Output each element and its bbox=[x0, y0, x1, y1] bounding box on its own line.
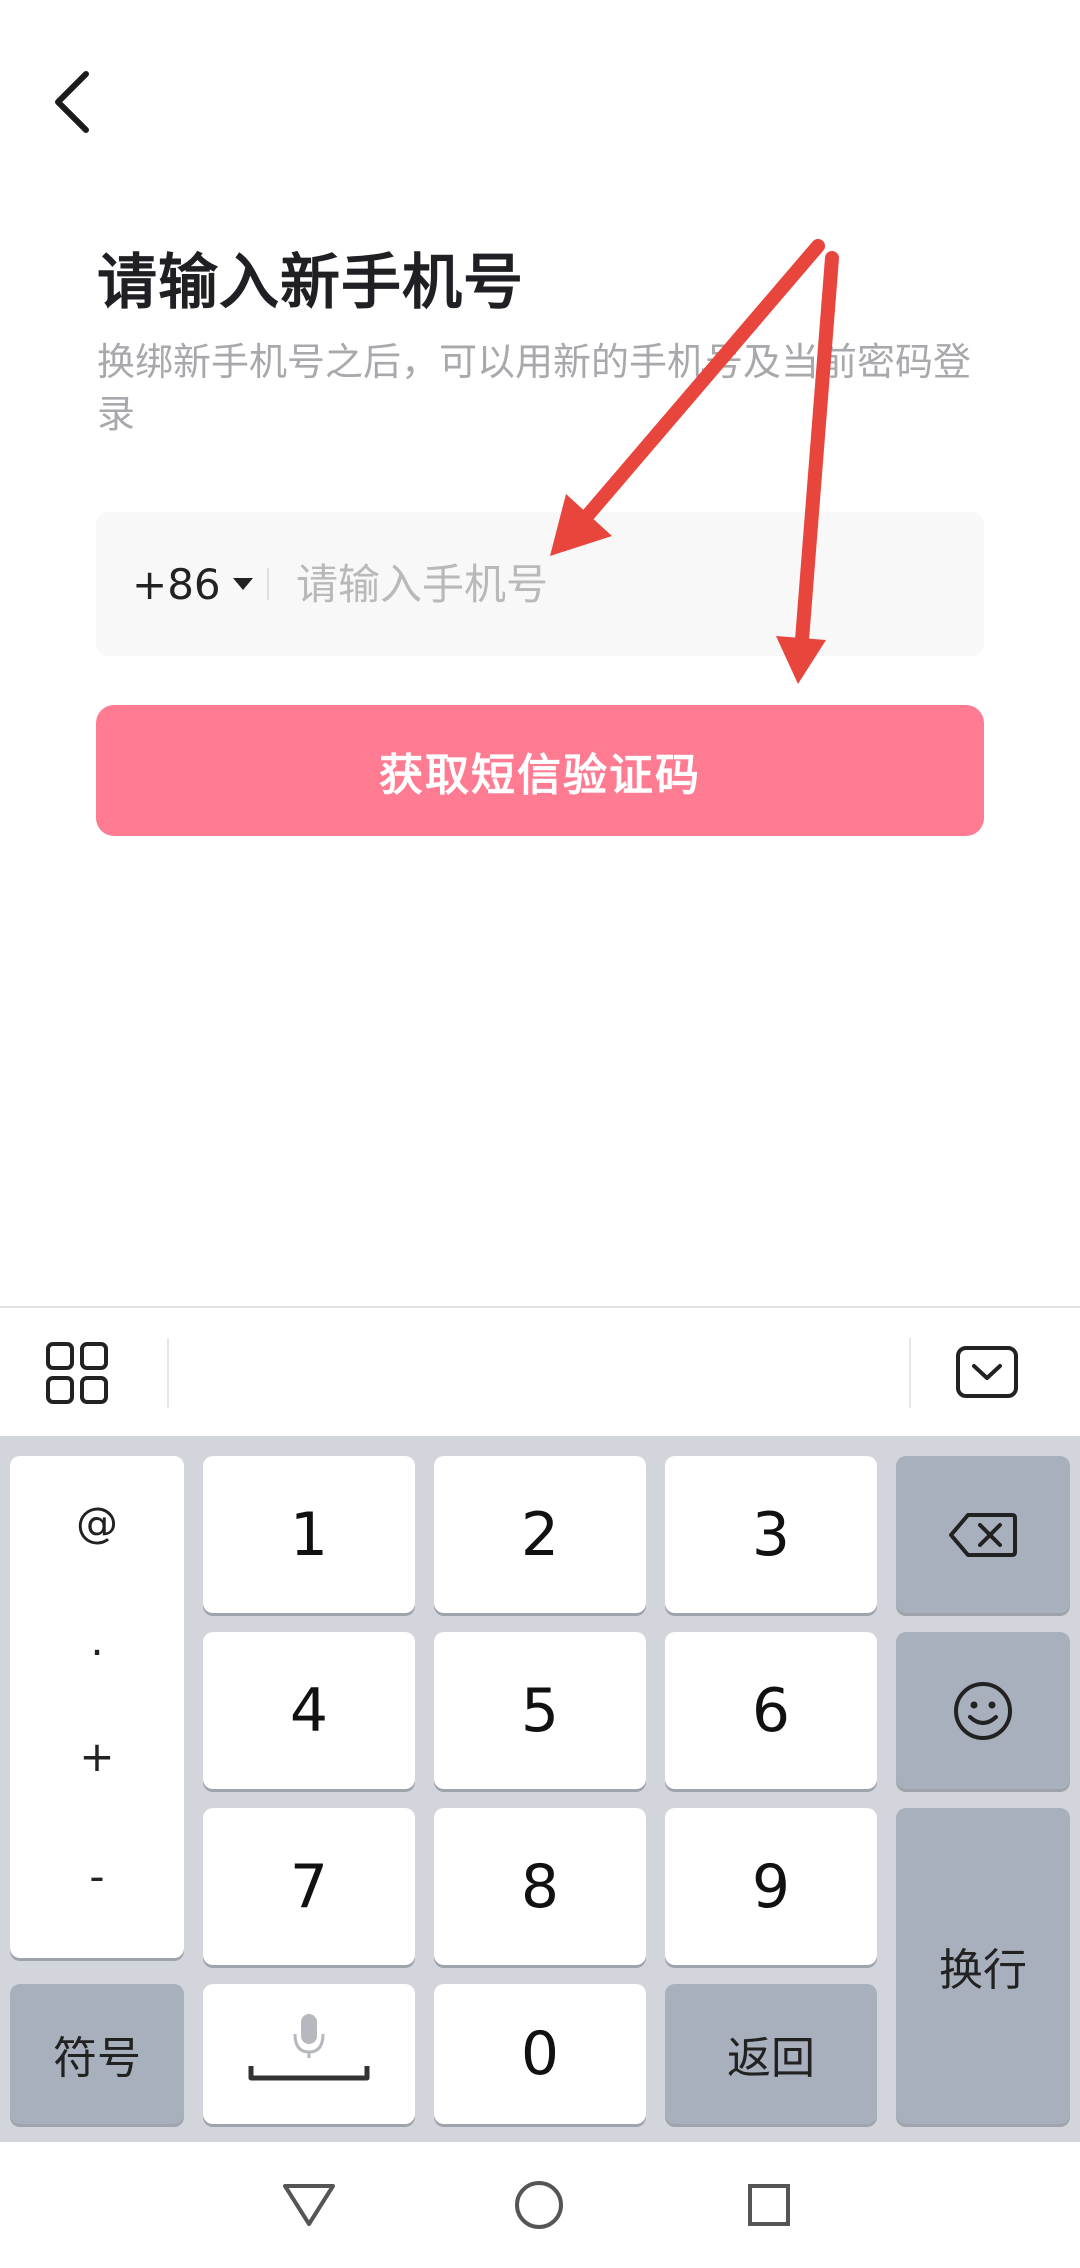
key-5[interactable]: 5 bbox=[434, 1632, 646, 1789]
symbol-key-at[interactable]: @ bbox=[10, 1498, 184, 1547]
country-code-label: +86 bbox=[132, 559, 221, 609]
key-4[interactable]: 4 bbox=[203, 1632, 415, 1789]
voice-space-key[interactable] bbox=[203, 1984, 415, 2124]
key-0[interactable]: 0 bbox=[434, 1984, 646, 2124]
key-1[interactable]: 1 bbox=[203, 1456, 415, 1613]
emoji-key[interactable] bbox=[896, 1632, 1070, 1789]
back-triangle-icon[interactable] bbox=[274, 2170, 344, 2240]
symbol-key-minus[interactable]: - bbox=[10, 1852, 184, 1901]
key-3[interactable]: 3 bbox=[665, 1456, 877, 1613]
page-subtitle: 换绑新手机号之后，可以用新的手机号及当前密码登录 bbox=[97, 340, 972, 436]
symbol-column[interactable]: @ . + - bbox=[10, 1456, 184, 1958]
symbols-key-label: 符号 bbox=[53, 2033, 141, 2084]
country-code-selector[interactable]: +86 bbox=[132, 512, 253, 656]
enter-key[interactable]: 换行 bbox=[896, 1808, 1070, 2124]
key-8[interactable]: 8 bbox=[434, 1808, 646, 1965]
symbol-key-plus[interactable]: + bbox=[10, 1732, 184, 1781]
key-9[interactable]: 9 bbox=[665, 1808, 877, 1965]
get-sms-code-button[interactable]: 获取短信验证码 bbox=[96, 705, 984, 836]
key-6[interactable]: 6 bbox=[665, 1632, 877, 1789]
keyboard-hide-icon[interactable] bbox=[954, 1338, 1020, 1408]
phone-number-input[interactable] bbox=[296, 512, 956, 656]
key-2[interactable]: 2 bbox=[434, 1456, 646, 1613]
chevron-left-icon bbox=[55, 71, 89, 133]
symbol-key-dot[interactable]: . bbox=[10, 1616, 184, 1665]
backspace-icon bbox=[949, 1512, 1017, 1557]
toolbar-divider bbox=[909, 1338, 911, 1408]
country-code-divider bbox=[267, 568, 269, 600]
backspace-key[interactable] bbox=[896, 1456, 1070, 1613]
back-button[interactable] bbox=[40, 62, 104, 142]
return-key-label: 返回 bbox=[727, 2033, 815, 2084]
emoji-icon bbox=[954, 1681, 1012, 1740]
key-7[interactable]: 7 bbox=[203, 1808, 415, 1965]
symbols-key[interactable]: 符号 bbox=[10, 1984, 184, 2124]
recents-square-icon[interactable] bbox=[734, 2170, 804, 2240]
numeric-keyboard: @ . + - 1 2 3 4 5 6 7 8 9 换行 符号 0 返回 bbox=[0, 1436, 1080, 2142]
home-circle-icon[interactable] bbox=[504, 2170, 574, 2240]
caret-down-icon bbox=[232, 578, 253, 590]
enter-key-label: 换行 bbox=[939, 1945, 1027, 1996]
mic-space-icon bbox=[248, 2014, 370, 2081]
page-title: 请输入新手机号 bbox=[97, 248, 524, 318]
grid-icon[interactable] bbox=[44, 1338, 114, 1408]
phone-input-box: +86 bbox=[96, 512, 984, 656]
toolbar-divider bbox=[167, 1338, 169, 1408]
return-key[interactable]: 返回 bbox=[665, 1984, 877, 2124]
keyboard-toolbar bbox=[0, 1306, 1080, 1436]
system-nav-bar bbox=[0, 2142, 1080, 2268]
